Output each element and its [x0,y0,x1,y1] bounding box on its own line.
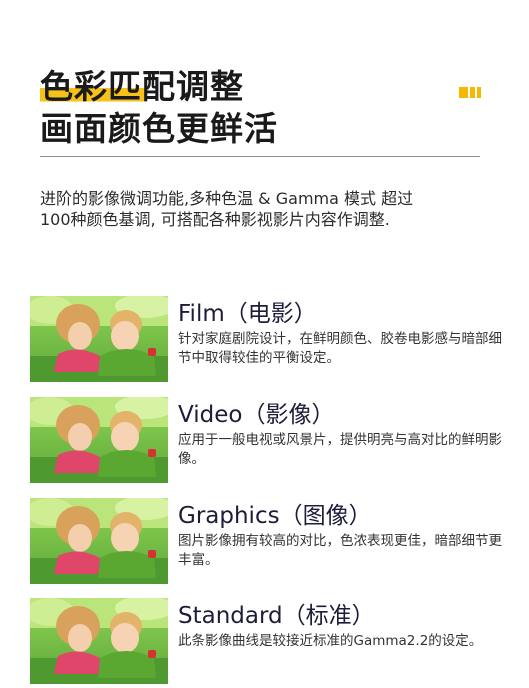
feature-item-standard: Standard（标准） 此条影像曲线是较接近标准的Gamma2.2的设定。 [30,598,510,688]
feature-description: 应用于一般电视或风景片，提供明亮与高对比的鲜明影像。 [178,432,502,467]
title-line-2: 画面颜色更鲜活 [40,109,278,148]
feature-title: Video（影像） [178,402,335,428]
feature-title: Standard（标准） [178,603,375,629]
feature-description: 此条影像曲线是较接近标准的Gamma2.2的设定。 [178,633,483,649]
feature-item-film: Film（电影） 针对家庭剧院设计，在鲜明颜色、胶卷电影感与暗部细节中取得较佳的… [30,296,510,386]
feature-description: 针对家庭剧院设计，在鲜明颜色、胶卷电影感与暗部细节中取得较佳的平衡设定。 [178,331,502,366]
feature-thumbnail [30,598,168,684]
children-photo [30,397,168,483]
intro-text: 进阶的影像微调功能,多种色温 & Gamma 模式 超过100种颜色基调, 可搭… [40,189,414,229]
children-photo [30,598,168,684]
yellow-bars-icon [459,87,481,98]
title-line-1: 色彩匹配调整 [40,66,244,108]
feature-description: 图片影像拥有较高的对比，色浓表现更佳，暗部细节更丰富。 [178,533,502,568]
feature-title: Film（电影） [178,301,317,327]
children-photo [30,498,168,584]
feature-thumbnail [30,498,168,584]
feature-thumbnail [30,296,168,382]
feature-title: Graphics（图像） [178,503,372,529]
feature-thumbnail [30,397,168,483]
page-title: 色彩匹配调整 画面颜色更鲜活 [40,66,278,150]
feature-item-video: Video（影像） 应用于一般电视或风景片，提供明亮与高对比的鲜明影像。 [30,397,510,487]
children-photo [30,296,168,382]
divider [40,156,480,157]
feature-item-graphics: Graphics（图像） 图片影像拥有较高的对比，色浓表现更佳，暗部细节更丰富。 [30,498,510,588]
